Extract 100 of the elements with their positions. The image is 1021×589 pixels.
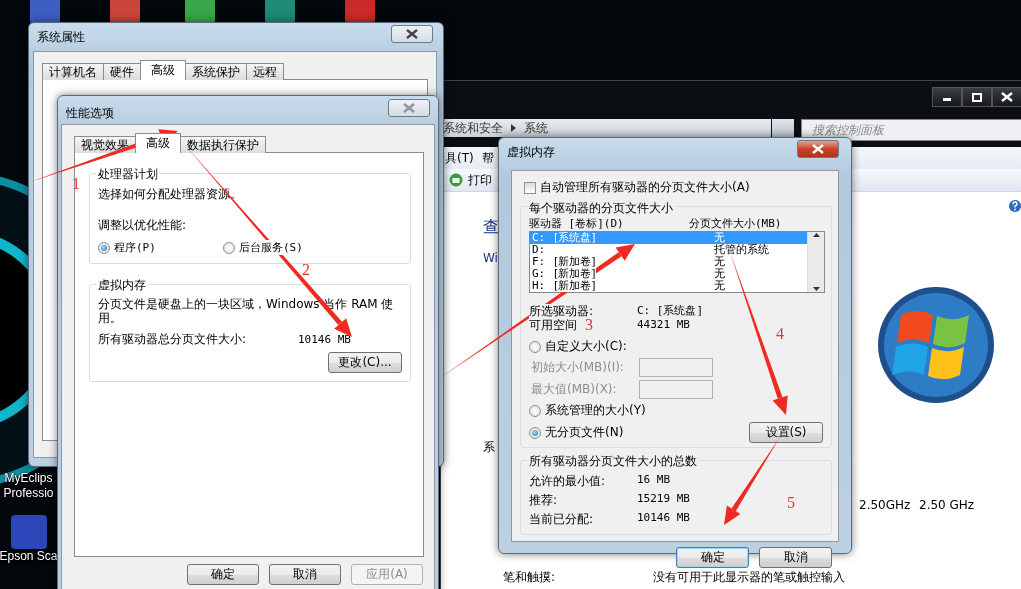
scroll-up-icon[interactable] — [812, 232, 820, 238]
radio-button[interactable] — [98, 241, 110, 254]
close-icon — [406, 29, 418, 39]
field-label: 可用空间 — [529, 318, 577, 332]
close-icon — [403, 103, 415, 113]
desktop-icon[interactable] — [265, 0, 295, 24]
scrollbar[interactable] — [807, 232, 824, 292]
tab[interactable]: 高级 — [135, 133, 181, 153]
tab[interactable]: 远程 — [246, 63, 284, 80]
minimize-button[interactable] — [932, 87, 962, 107]
drive-row[interactable]: F: [新加卷] 无 — [530, 256, 807, 268]
field-label: 所选驱动器: — [529, 304, 594, 318]
drive-page-size: 无 — [714, 256, 726, 268]
radio-label[interactable]: 程序(P) — [114, 240, 156, 255]
close-button[interactable] — [992, 87, 1021, 107]
tab[interactable]: 计算机名 — [42, 63, 104, 80]
desktop-icon[interactable] — [185, 0, 215, 24]
chevron-icon — [511, 124, 516, 132]
checkbox-label[interactable]: 自动管理所有驱动器的分页文件大小(A) — [540, 179, 750, 196]
total-label: 推荐: — [529, 492, 558, 509]
field-value: C: [系统盘] — [637, 304, 704, 318]
close-icon — [812, 144, 824, 154]
drive-page-size: 无 — [714, 280, 726, 292]
radio-button[interactable] — [529, 404, 541, 417]
prompt: 调整以优化性能: — [98, 217, 188, 234]
search-field[interactable]: 搜索控制面板 — [801, 119, 1021, 141]
set-button[interactable]: 设置(S) — [749, 422, 823, 443]
desktop-icon[interactable] — [110, 0, 140, 24]
step-number: 2 — [302, 262, 310, 278]
drive-letter: F: — [532, 256, 546, 268]
field-label: 最大值(MB)(X): — [531, 381, 618, 398]
desktop-icon-label[interactable]: MyEclips Professio — [3, 471, 54, 501]
menu-item[interactable]: 帮 — [481, 149, 494, 167]
drive-page-size: 无 — [714, 232, 725, 244]
dialog-button[interactable]: 确定 — [676, 547, 749, 568]
group-title: 虚拟内存 — [96, 277, 148, 294]
drive-volume: [新加卷] — [554, 256, 596, 268]
drive-row[interactable]: H: [新加卷] 无 — [530, 280, 807, 292]
help-icon[interactable] — [1009, 199, 1021, 213]
tab[interactable]: 系统保护 — [185, 63, 247, 80]
tab[interactable]: 高级 — [140, 60, 186, 80]
drive-letter: G: — [532, 268, 546, 280]
radio-button[interactable] — [529, 426, 541, 439]
desktop-icon[interactable] — [345, 0, 375, 24]
window-title: 系统属性 — [37, 29, 85, 46]
section-heading: Wi — [483, 251, 498, 265]
window-title: 性能选项 — [66, 105, 114, 122]
maximize-button[interactable] — [962, 87, 992, 107]
change-button[interactable]: 更改(C)... — [328, 352, 402, 373]
radio-label[interactable]: 系统管理的大小(Y) — [545, 402, 646, 419]
desktop-icon[interactable] — [10, 515, 47, 549]
drive-letter: H: — [532, 280, 546, 292]
drive-letter: D: — [532, 244, 546, 256]
drive-volume: [新加卷] — [554, 280, 596, 292]
drive-row[interactable]: G: [新加卷] 无 — [530, 268, 807, 280]
radio-button[interactable] — [529, 340, 541, 353]
drive-row[interactable]: D: 托管的系统 — [530, 244, 807, 256]
drive-volume: [系统盘] — [554, 232, 596, 244]
total-value: 15219 MB — [637, 492, 690, 507]
step-number: 4 — [776, 326, 784, 342]
page-heading: 查 — [483, 217, 499, 238]
breadcrumb-item[interactable]: 系统 — [524, 119, 548, 137]
dialog-button[interactable]: 确定 — [187, 564, 259, 585]
total-value: 16 MB — [637, 473, 671, 488]
drive-list[interactable]: C: [系统盘] 无 D: 托管的系统 F: [新加卷] 无 G: [新加卷] 无 H: [新加卷] 无 — [529, 231, 825, 293]
radio-label[interactable]: 自定义大小(C): — [545, 338, 627, 355]
close-button[interactable] — [391, 25, 433, 43]
column-header: 分页文件大小(MB) — [689, 216, 783, 231]
step-number: 5 — [787, 495, 795, 511]
total-label: 允许的最小值: — [529, 473, 606, 490]
total-label: 当前已分配: — [529, 511, 594, 528]
address-bar[interactable]: 系统和安全 系统 — [441, 119, 771, 137]
print-button[interactable]: 打印 — [449, 171, 492, 189]
dialog-button[interactable]: 取消 — [269, 564, 341, 585]
close-icon — [1001, 92, 1013, 102]
scroll-down-icon[interactable] — [812, 286, 820, 292]
checkbox[interactable] — [524, 181, 536, 194]
tab[interactable]: 数据执行保护 — [180, 136, 266, 153]
total-value: 10146 MB — [637, 511, 690, 526]
maximize-icon — [972, 92, 982, 102]
drive-volume: [新加卷] — [554, 268, 596, 280]
dialog-button[interactable]: 取消 — [759, 547, 832, 568]
desktop-icon-label[interactable]: Epson Sca — [0, 549, 58, 564]
breadcrumb-item[interactable]: 系统和安全 — [443, 119, 503, 137]
group-title: 每个驱动器的分页文件大小 — [527, 200, 675, 217]
close-button[interactable] — [797, 140, 839, 158]
total-label: 所有驱动器总分页文件大小: — [98, 331, 248, 348]
radio-button[interactable] — [223, 241, 235, 254]
processor-speed: 2.50 GHz — [919, 498, 975, 512]
window-title: 虚拟内存 — [507, 144, 555, 161]
desktop-icon[interactable] — [30, 0, 60, 24]
radio-label[interactable]: 无分页文件(N) — [545, 424, 624, 441]
section-heading: 系 — [483, 439, 495, 456]
tab[interactable]: 硬件 — [103, 63, 141, 80]
menu-item[interactable]: 具(T) — [445, 149, 474, 167]
total-value: 10146 MB — [298, 333, 351, 346]
radio-label[interactable]: 后台服务(S) — [239, 240, 303, 255]
drive-letter: C: — [532, 232, 546, 244]
step-number: 1 — [72, 176, 80, 192]
step-number: 3 — [585, 317, 593, 333]
